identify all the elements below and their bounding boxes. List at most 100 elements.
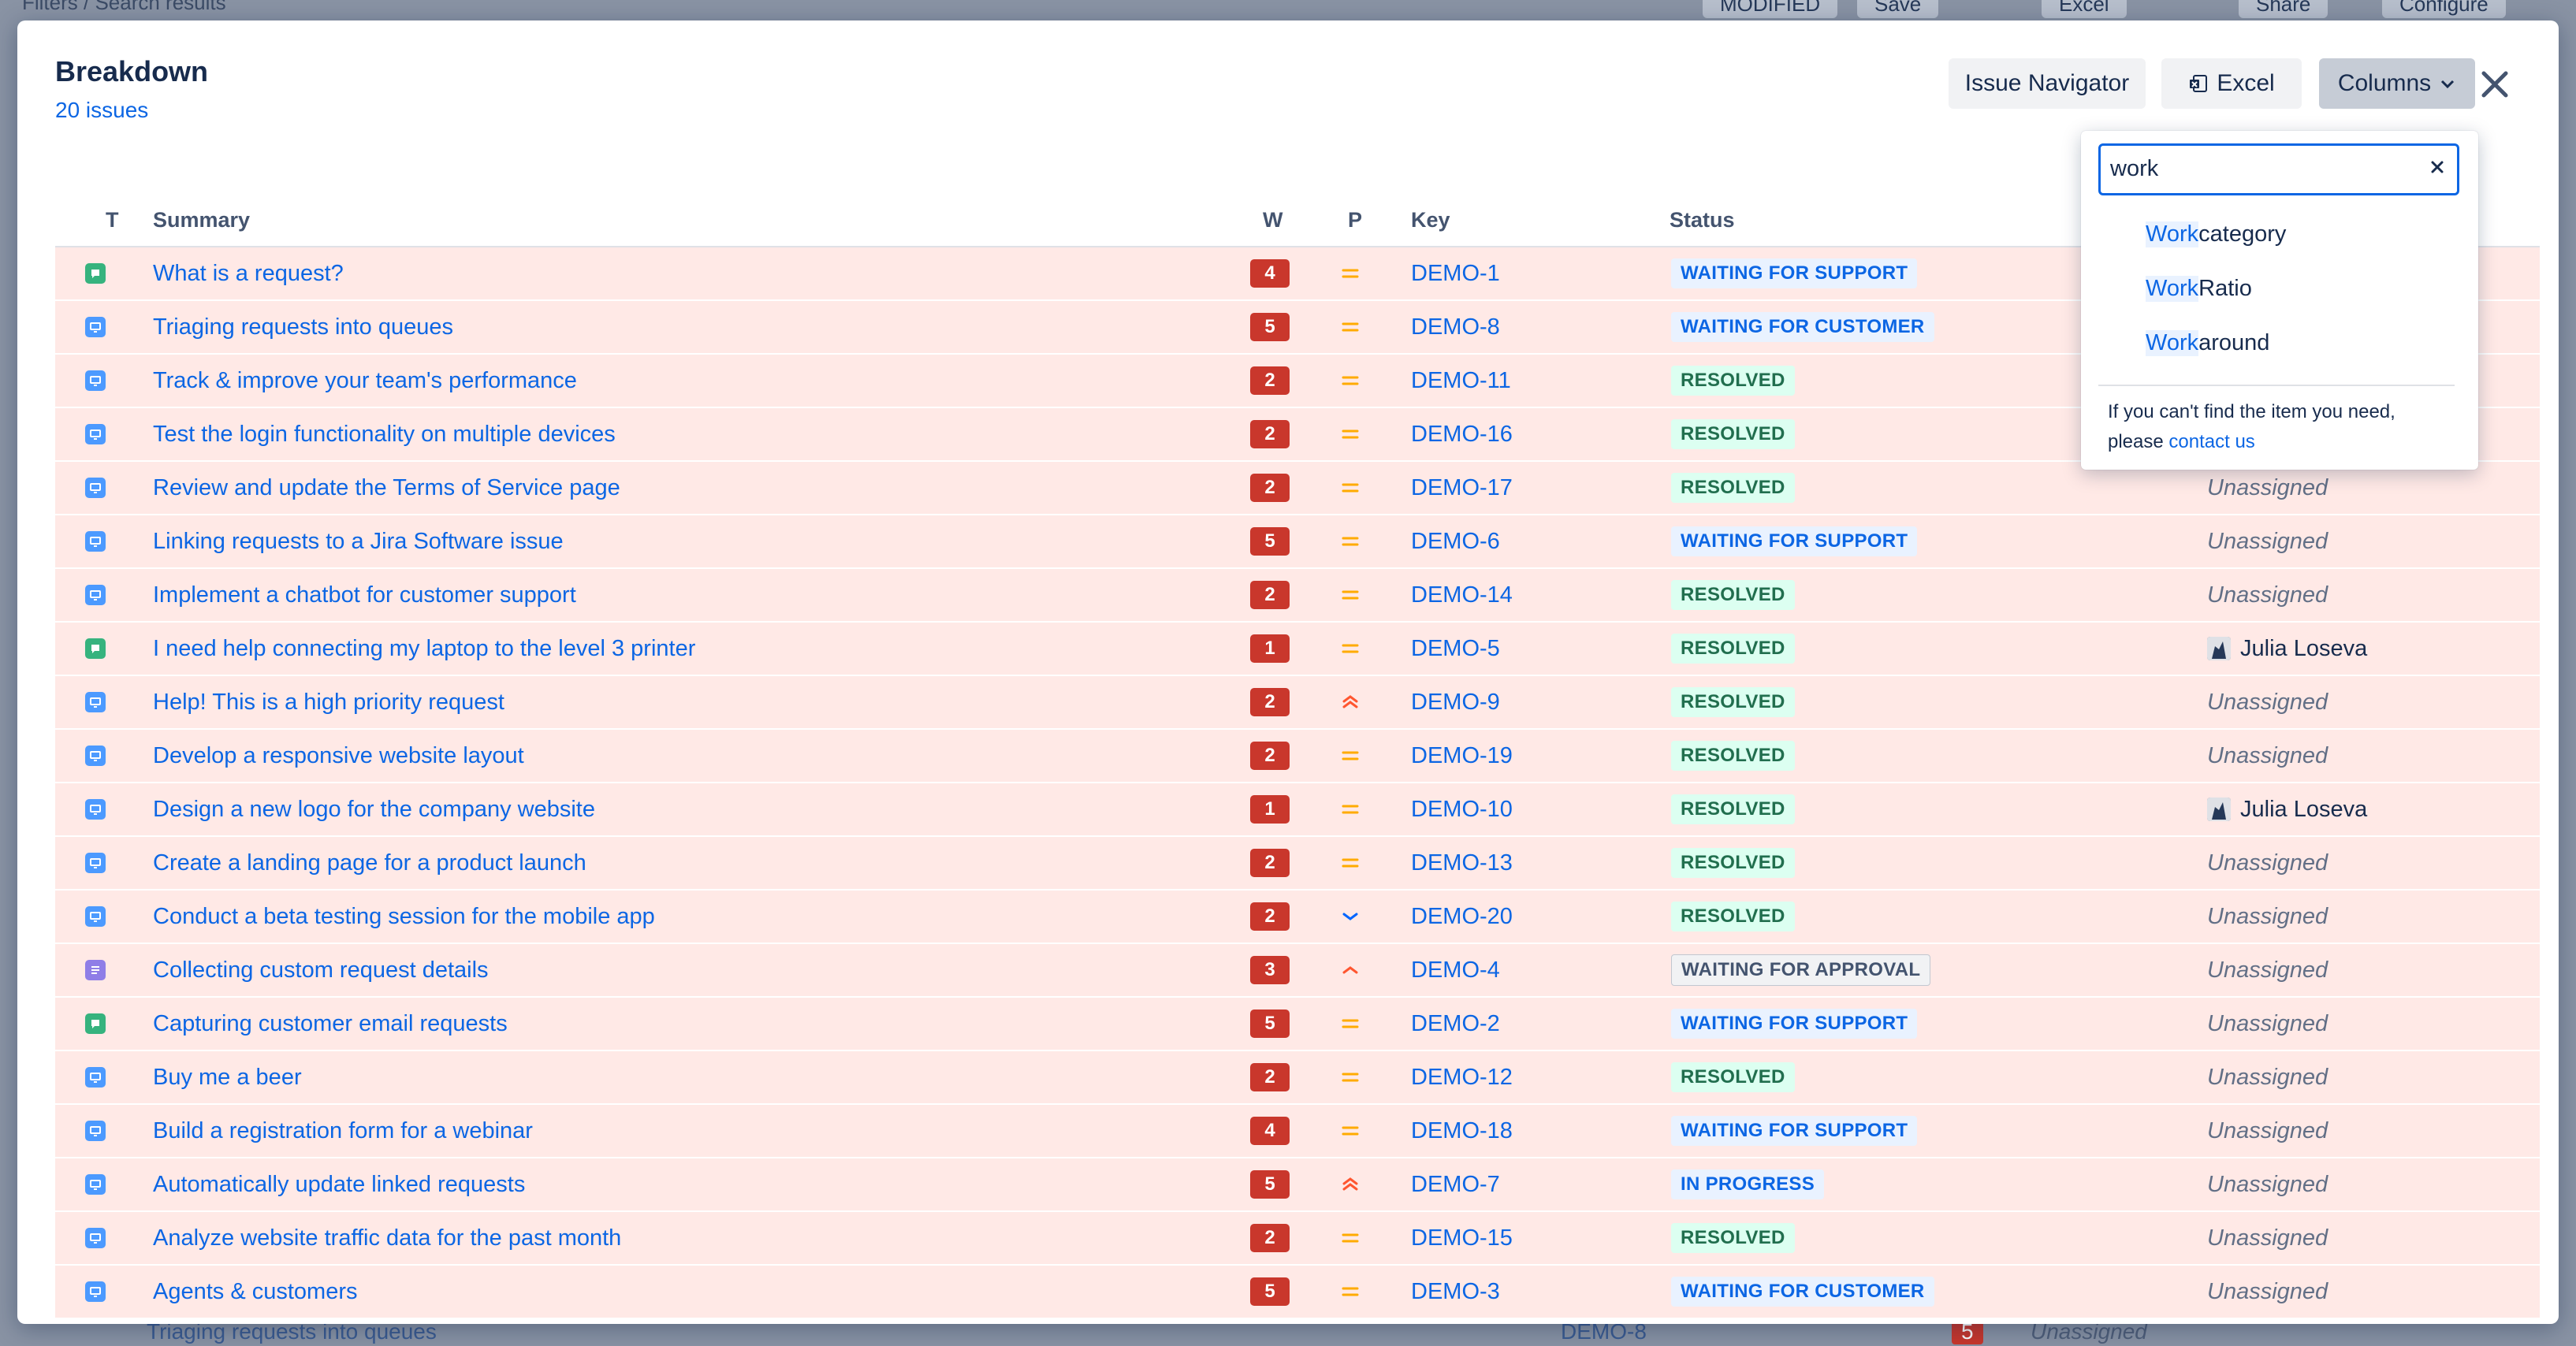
issue-summary-link[interactable]: Agents & customers [153, 1266, 358, 1318]
status-cell: RESOLVED [1671, 1212, 1795, 1264]
issue-count-link[interactable]: 20 issues [55, 98, 148, 123]
columns-button[interactable]: Columns [2319, 58, 2475, 109]
table-row[interactable]: Linking requests to a Jira Software issu… [55, 515, 2540, 569]
weight-cell: 2 [1250, 569, 1290, 621]
table-row[interactable]: Build a registration form for a webinar 4… [55, 1105, 2540, 1158]
table-row[interactable]: Help! This is a high priority request 2 DE… [55, 676, 2540, 730]
assignee-name: Unassigned [2207, 1171, 2328, 1197]
issue-key-link[interactable]: DEMO-3 [1411, 1266, 1500, 1318]
issue-key-link[interactable]: DEMO-9 [1411, 676, 1500, 728]
modal-title: Breakdown [55, 55, 209, 87]
column-option-work-category[interactable]: Work category [2098, 210, 2455, 258]
request-type-computer-icon [85, 317, 106, 337]
issue-summary-link[interactable]: Buy me a beer [153, 1051, 302, 1103]
table-row[interactable]: Create a landing page for a product laun… [55, 837, 2540, 891]
issue-summary-link[interactable]: Create a landing page for a product laun… [153, 837, 586, 889]
issue-key-link[interactable]: DEMO-16 [1411, 408, 1513, 460]
issue-summary-link[interactable]: Collecting custom request details [153, 944, 489, 996]
table-row[interactable]: Design a new logo for the company websit… [55, 783, 2540, 837]
issue-key-link[interactable]: DEMO-14 [1411, 569, 1513, 621]
table-row[interactable]: I need help connecting my laptop to the … [55, 623, 2540, 676]
table-row[interactable]: Analyze website traffic data for the pas… [55, 1212, 2540, 1266]
contact-us-link[interactable]: contact us [2168, 431, 2254, 452]
issue-summary-link[interactable]: Track & improve your team's performance [153, 355, 577, 407]
issue-key-link[interactable]: DEMO-17 [1411, 462, 1513, 514]
column-option-workaround[interactable]: Work around [2098, 318, 2455, 367]
issue-key-link[interactable]: DEMO-10 [1411, 783, 1513, 835]
issue-summary-link[interactable]: Triaging requests into queues [153, 301, 453, 353]
request-type-computer-icon [85, 746, 106, 766]
issue-key-link[interactable]: DEMO-4 [1411, 944, 1500, 996]
issue-key-link[interactable]: DEMO-8 [1411, 301, 1500, 353]
weight-badge: 2 [1250, 1224, 1290, 1252]
status-lozenge: RESOLVED [1671, 580, 1795, 610]
header-weight[interactable]: W [1263, 208, 1282, 232]
issue-key-link[interactable]: DEMO-18 [1411, 1105, 1513, 1157]
dropdown-divider [2098, 385, 2455, 386]
issue-summary-link[interactable]: Capturing customer email requests [153, 998, 508, 1050]
issue-key-link[interactable]: DEMO-12 [1411, 1051, 1513, 1103]
header-status[interactable]: Status [1670, 208, 1735, 232]
table-row[interactable]: Review and update the Terms of Service p… [55, 462, 2540, 515]
status-lozenge: WAITING FOR SUPPORT [1671, 258, 1918, 288]
assignee-cell: Unassigned [2207, 891, 2328, 943]
status-lozenge: RESOLVED [1671, 366, 1795, 396]
header-type[interactable]: T [106, 208, 119, 232]
status-cell: RESOLVED [1671, 623, 1795, 675]
issue-summary-link[interactable]: Develop a responsive website layout [153, 730, 524, 782]
issue-summary-link[interactable]: Build a registration form for a webinar [153, 1105, 533, 1157]
issue-key-link[interactable]: DEMO-20 [1411, 891, 1513, 943]
issue-summary-link[interactable]: What is a request? [153, 247, 344, 299]
issue-summary-link[interactable]: Implement a chatbot for customer support [153, 569, 576, 621]
issue-key-link[interactable]: DEMO-1 [1411, 247, 1500, 299]
issue-summary-link[interactable]: Linking requests to a Jira Software issu… [153, 515, 564, 567]
clear-search-icon[interactable] [2427, 157, 2448, 177]
header-key[interactable]: Key [1411, 208, 1450, 232]
table-row[interactable]: Develop a responsive website layout 2 DEMO… [55, 730, 2540, 783]
table-row[interactable]: Collecting custom request details 3 DEMO-4… [55, 944, 2540, 998]
low-priority-icon [1340, 891, 1361, 943]
issue-key-link[interactable]: DEMO-7 [1411, 1158, 1500, 1210]
medium-priority-icon [1340, 783, 1361, 835]
type-cell [85, 944, 106, 996]
assignee-cell: Unassigned [2207, 837, 2328, 889]
table-row[interactable]: Conduct a beta testing session for the m… [55, 891, 2540, 944]
table-row[interactable]: Implement a chatbot for customer support… [55, 569, 2540, 623]
weight-badge: 3 [1250, 956, 1290, 984]
issue-summary-link[interactable]: Test the login functionality on multiple… [153, 408, 616, 460]
issue-summary-link[interactable]: Conduct a beta testing session for the m… [153, 891, 655, 943]
weight-cell: 2 [1250, 837, 1290, 889]
request-type-chat-icon [85, 638, 106, 659]
chevron-down-icon [2441, 80, 2455, 89]
status-cell: WAITING FOR SUPPORT [1671, 998, 1918, 1050]
issue-summary-link[interactable]: Review and update the Terms of Service p… [153, 462, 620, 514]
issue-key-link[interactable]: DEMO-15 [1411, 1212, 1513, 1264]
close-icon[interactable] [2475, 65, 2515, 104]
avatar [2207, 637, 2231, 660]
issue-summary-link[interactable]: I need help connecting my laptop to the … [153, 623, 695, 675]
issue-key-link[interactable]: DEMO-13 [1411, 837, 1513, 889]
issue-summary-link[interactable]: Design a new logo for the company websit… [153, 783, 595, 835]
table-row[interactable]: Agents & customers 5 DEMO-3 WAITING FOR CUS… [55, 1266, 2540, 1319]
issue-summary-link[interactable]: Automatically update linked requests [153, 1158, 525, 1210]
issue-summary-link[interactable]: Help! This is a high priority request [153, 676, 504, 728]
column-option-work-ratio[interactable]: Work Ratio [2098, 264, 2455, 313]
column-search-input[interactable] [2109, 152, 2411, 185]
type-cell [85, 408, 106, 460]
header-summary[interactable]: Summary [153, 208, 250, 232]
header-priority[interactable]: P [1348, 208, 1362, 232]
excel-button[interactable]: Excel [2161, 58, 2302, 109]
issue-key-link[interactable]: DEMO-6 [1411, 515, 1500, 567]
table-row[interactable]: Buy me a beer 2 DEMO-12 RESOLVED Unassigned [55, 1051, 2540, 1105]
issue-key-link[interactable]: DEMO-2 [1411, 998, 1500, 1050]
status-lozenge: RESOLVED [1671, 902, 1795, 931]
medium-priority-icon [1340, 247, 1361, 299]
issue-key-link[interactable]: DEMO-19 [1411, 730, 1513, 782]
issue-key-link[interactable]: DEMO-5 [1411, 623, 1500, 675]
issue-navigator-button[interactable]: Issue Navigator [1949, 58, 2146, 109]
weight-cell: 5 [1250, 1266, 1290, 1318]
issue-key-link[interactable]: DEMO-11 [1411, 355, 1511, 407]
table-row[interactable]: Capturing customer email requests 5 DEMO-2… [55, 998, 2540, 1051]
issue-summary-link[interactable]: Analyze website traffic data for the pas… [153, 1212, 621, 1264]
table-row[interactable]: Automatically update linked requests 5 DEM… [55, 1158, 2540, 1212]
